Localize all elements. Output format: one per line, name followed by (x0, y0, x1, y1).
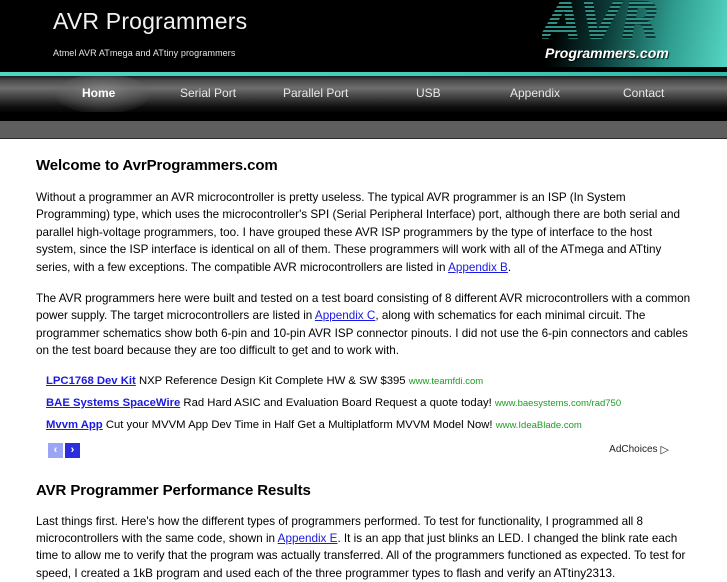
paragraph-intro: Without a programmer an AVR microcontrol… (36, 189, 691, 276)
ad-item[interactable]: LPC1768 Dev Kit NXP Reference Design Kit… (46, 374, 691, 389)
ad-description: Rad Hard ASIC and Evaluation Board Reque… (183, 396, 492, 409)
link-appendix-c[interactable]: Appendix C (315, 309, 375, 322)
triangle-right-icon: ▷ (660, 443, 669, 456)
ad-item[interactable]: BAE Systems SpaceWire Rad Hard ASIC and … (46, 396, 691, 411)
main-navigation: Home Serial Port Parallel Port USB Appendix C… (0, 76, 727, 112)
ad-description: Cut your MVVM App Dev Time in Half Get a… (105, 418, 493, 431)
chevron-left-icon[interactable]: ‹ (48, 442, 63, 458)
adchoices-badge[interactable]: AdChoices ▷ (609, 443, 669, 456)
ad-title-link[interactable]: LPC1768 Dev Kit (46, 375, 136, 387)
site-header: AVR Programmers Atmel AVR ATmega and ATt… (0, 0, 727, 72)
nav-item-serial-port[interactable]: Serial Port (180, 86, 236, 100)
content-top-band (0, 121, 727, 139)
logo-domain-text: Programmers.com (545, 45, 669, 61)
nav-shadow-strip (0, 112, 727, 121)
adchoices-label: AdChoices (609, 443, 658, 455)
nav-item-contact[interactable]: Contact (623, 86, 664, 100)
paragraph-testboard: The AVR programmers here were built and … (36, 290, 691, 360)
logo-avr-mark: AVR (542, 0, 662, 51)
nav-item-home[interactable]: Home (82, 86, 115, 100)
ad-url[interactable]: www.baesystems.com/rad750 (495, 398, 621, 409)
ad-url[interactable]: www.teamfdi.com (409, 376, 483, 387)
ad-title-link[interactable]: Mvvm App (46, 419, 103, 431)
ad-item[interactable]: Mvvm App Cut your MVVM App Dev Time in H… (46, 418, 691, 433)
page-title: AVR Programmers (53, 8, 248, 34)
nav-item-usb[interactable]: USB (416, 86, 441, 100)
paragraph-intro-text-a: Without a programmer an AVR microcontrol… (36, 191, 681, 274)
page-subtitle: Atmel AVR ATmega and ATtiny programmers (53, 48, 236, 58)
section-heading-welcome: Welcome to AvrProgrammers.com (36, 157, 278, 174)
ad-footer: ‹ › AdChoices ▷ (46, 440, 691, 464)
nav-item-appendix[interactable]: Appendix (510, 86, 560, 100)
ad-url[interactable]: www.IdeaBlade.com (496, 420, 582, 431)
site-logo[interactable]: AVR Programmers.com (518, 0, 727, 67)
ad-block: LPC1768 Dev Kit NXP Reference Design Kit… (36, 374, 691, 464)
section-heading-performance: AVR Programmer Performance Results (36, 481, 311, 499)
paragraph-performance: Last things first. Here's how the differ… (36, 513, 691, 582)
link-appendix-b[interactable]: Appendix B (448, 261, 508, 274)
link-appendix-e[interactable]: Appendix E (278, 532, 338, 545)
ad-description: NXP Reference Design Kit Complete HW & S… (138, 374, 406, 387)
ad-title-link[interactable]: BAE Systems SpaceWire (46, 397, 180, 409)
ad-pager: ‹ › (46, 442, 80, 460)
main-content: Welcome to AvrProgrammers.com Without a … (0, 139, 727, 582)
chevron-right-icon[interactable]: › (65, 442, 80, 458)
paragraph-intro-text-b: . (507, 260, 512, 274)
nav-item-parallel-port[interactable]: Parallel Port (283, 86, 348, 100)
